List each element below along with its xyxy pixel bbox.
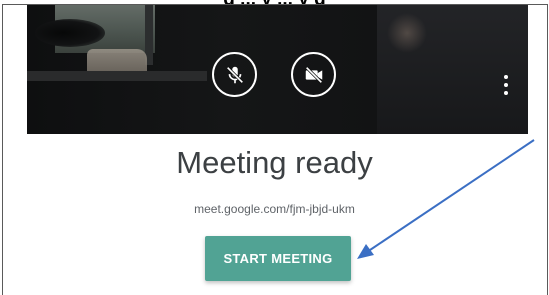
more-vert-icon[interactable] (500, 75, 512, 95)
more-dot (504, 83, 508, 87)
more-dot (504, 75, 508, 79)
mic-off-icon (226, 66, 243, 83)
video-glow (387, 13, 427, 53)
toggle-camera-button[interactable] (291, 52, 336, 97)
videocam-off-icon (305, 66, 322, 83)
meeting-url: meet.google.com/fjm-jbjd-ukm (194, 202, 355, 216)
video-ledge (27, 71, 207, 81)
toggle-microphone-button[interactable] (212, 52, 257, 97)
video-preview (27, 5, 528, 134)
video-shadow (35, 19, 105, 47)
more-dot (504, 91, 508, 95)
start-meeting-button[interactable]: START MEETING (205, 236, 351, 281)
meeting-ready-title: Meeting ready (176, 145, 373, 180)
